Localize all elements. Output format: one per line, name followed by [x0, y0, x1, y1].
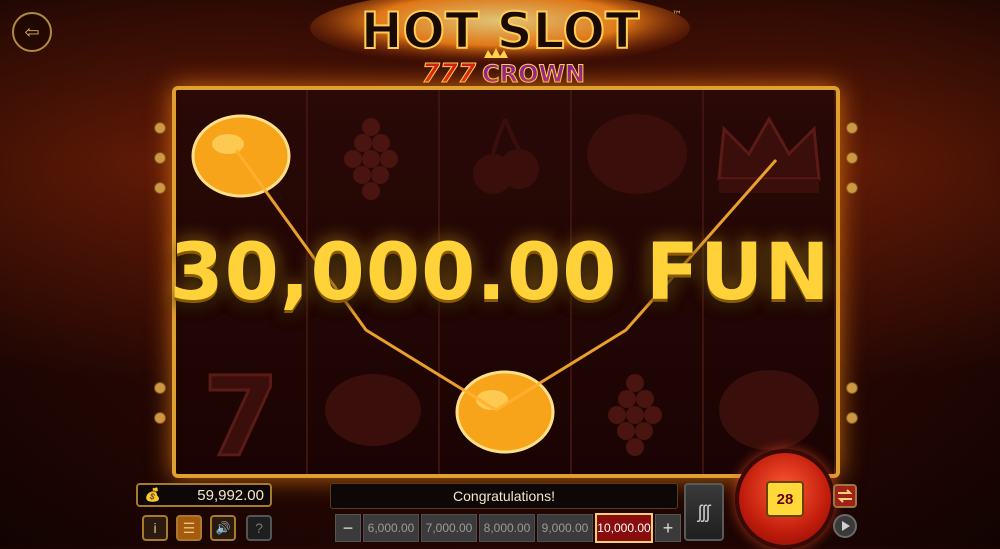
win-amount: 30,000.00 FUN — [169, 228, 831, 318]
bet-decrease-button[interactable]: − — [335, 514, 361, 542]
gamble-button[interactable] — [833, 484, 857, 508]
payline-marker — [154, 382, 166, 394]
autoplay-button[interactable]: ʃʃʃ — [684, 483, 724, 541]
menu-button[interactable]: ☰ — [176, 515, 202, 541]
payline-marker — [846, 182, 858, 194]
game-logo: HOT SLOT ™ 777 CROWN — [310, 0, 690, 90]
svg-text:™: ™ — [672, 10, 682, 21]
payline-marker — [846, 152, 858, 164]
info-icon: i — [153, 520, 157, 536]
balance-display: 💰 59,992.00 — [136, 483, 272, 507]
bet-option[interactable]: 9,000.00 — [537, 514, 593, 542]
status-message: Congratulations! — [330, 483, 678, 509]
bet-selector: − 6,000.00 7,000.00 8,000.00 9,000.00 10… — [335, 513, 681, 543]
help-button[interactable]: ? — [246, 515, 272, 541]
turbo-button[interactable] — [833, 514, 857, 538]
exit-button[interactable]: ⇦ — [12, 12, 52, 52]
payline-marker — [154, 152, 166, 164]
payline-marker — [846, 382, 858, 394]
payline-marker — [846, 412, 858, 424]
bet-option[interactable]: 7,000.00 — [421, 514, 477, 542]
flame-icon: ʃʃʃ — [698, 501, 710, 522]
payline-marker — [154, 182, 166, 194]
spin-counter: 28 — [766, 481, 804, 517]
payline-marker — [154, 412, 166, 424]
balance-value: 59,992.00 — [197, 486, 264, 504]
spin-button[interactable]: 28 — [735, 449, 835, 549]
bet-option-selected[interactable]: 10,000.00 — [595, 513, 653, 543]
help-icon: ? — [255, 520, 263, 536]
logo-crown-text: CROWN — [482, 60, 585, 88]
play-icon — [842, 521, 850, 531]
payline-marker — [154, 122, 166, 134]
logo-title: HOT SLOT — [361, 2, 640, 60]
logo-777: 777 — [422, 59, 477, 89]
money-bag-icon: 💰 — [144, 487, 162, 502]
sound-button[interactable]: 🔊 — [210, 515, 236, 541]
payline-marker — [846, 122, 858, 134]
bet-option[interactable]: 8,000.00 — [479, 514, 535, 542]
info-button[interactable]: i — [142, 515, 168, 541]
exit-icon: ⇦ — [24, 21, 40, 42]
menu-icon: ☰ — [182, 519, 196, 536]
bet-increase-button[interactable]: + — [655, 514, 681, 542]
sound-icon: 🔊 — [215, 521, 231, 535]
gamble-icon — [837, 489, 853, 503]
bet-option[interactable]: 6,000.00 — [363, 514, 419, 542]
